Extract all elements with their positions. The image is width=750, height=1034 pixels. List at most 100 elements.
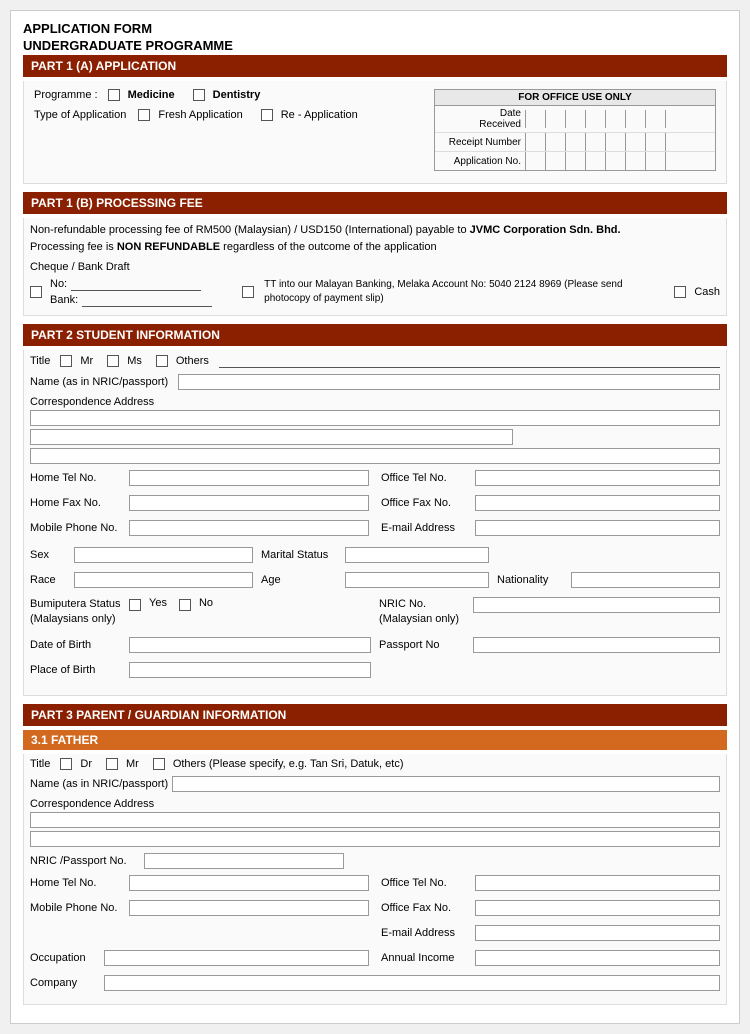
re-application-checkbox[interactable]	[261, 109, 273, 121]
mr-checkbox[interactable]	[60, 355, 72, 367]
email-label: E-mail Address	[381, 522, 471, 534]
appno-cell-6[interactable]	[625, 152, 645, 170]
appno-cell-5[interactable]	[605, 152, 625, 170]
p3-email-input[interactable]	[475, 925, 720, 941]
cash-checkbox[interactable]	[674, 286, 686, 298]
receipt-cell-1[interactable]	[525, 133, 545, 151]
p3-company-input[interactable]	[104, 975, 720, 991]
p3-address-input1[interactable]	[30, 812, 720, 828]
part1b-header: PART 1 (B) PROCESSING FEE	[23, 192, 727, 214]
cheque-label: Cheque / Bank Draft	[30, 261, 720, 273]
medicine-label: Medicine	[128, 89, 175, 101]
office-fax-input[interactable]	[475, 495, 720, 511]
p3-nric-input[interactable]	[144, 853, 344, 869]
marital-input[interactable]	[345, 547, 489, 563]
date-received-cell-1[interactable]	[525, 110, 545, 128]
p3-mr-checkbox[interactable]	[106, 758, 118, 770]
form-subtitle: UNDERGRADUATE PROGRAMME	[23, 38, 727, 53]
programme-label: Programme :	[34, 89, 98, 101]
receipt-cell-4[interactable]	[585, 133, 605, 151]
mobile-input[interactable]	[129, 520, 369, 536]
passport-input[interactable]	[473, 637, 720, 653]
office-use-title: FOR OFFICE USE ONLY	[435, 90, 715, 106]
fresh-application-checkbox[interactable]	[138, 109, 150, 121]
bumi-yes-checkbox[interactable]	[129, 599, 141, 611]
p2-address-input1[interactable]	[30, 410, 720, 426]
p3-others-checkbox[interactable]	[153, 758, 165, 770]
bank-label: Bank:	[50, 294, 78, 306]
bank-input[interactable]	[82, 293, 212, 307]
p3-annual-income-label: Annual Income	[381, 952, 471, 964]
application-form: APPLICATION FORM UNDERGRADUATE PROGRAMME…	[10, 10, 740, 1024]
email-input[interactable]	[475, 520, 720, 536]
appno-cell-7[interactable]	[645, 152, 665, 170]
date-received-cell-8[interactable]	[665, 110, 685, 128]
date-received-cell-6[interactable]	[625, 110, 645, 128]
type-application-label: Type of Application	[34, 109, 126, 121]
ms-checkbox[interactable]	[107, 355, 119, 367]
p3-mobile-input[interactable]	[129, 900, 369, 916]
office-tel-input[interactable]	[475, 470, 720, 486]
dentistry-checkbox[interactable]	[193, 89, 205, 101]
p3-office-fax-input[interactable]	[475, 900, 720, 916]
part1a-header: PART 1 (A) APPLICATION	[23, 55, 727, 77]
p3-occupation-input[interactable]	[104, 950, 369, 966]
marital-label: Marital Status	[261, 549, 341, 561]
bumi-no-checkbox[interactable]	[179, 599, 191, 611]
date-received-cell-5[interactable]	[605, 110, 625, 128]
date-received-cell-2[interactable]	[545, 110, 565, 128]
p3-name-label: Name (as in NRIC/passport)	[30, 778, 168, 790]
p3-name-input[interactable]	[172, 776, 720, 792]
appno-cell-8[interactable]	[665, 152, 685, 170]
date-received-cell-7[interactable]	[645, 110, 665, 128]
ms-label: Ms	[127, 355, 142, 367]
appno-cell-1[interactable]	[525, 152, 545, 170]
nric-label: NRIC No.(Malaysian only)	[379, 597, 469, 628]
age-input[interactable]	[345, 572, 489, 588]
p3-home-tel-input[interactable]	[129, 875, 369, 891]
sex-label: Sex	[30, 549, 70, 561]
date-received-cell-3[interactable]	[565, 110, 585, 128]
pob-input[interactable]	[129, 662, 371, 678]
p2-name-input[interactable]	[178, 374, 720, 390]
p3-address-input2[interactable]	[30, 831, 720, 847]
race-label: Race	[30, 574, 70, 586]
receipt-cell-2[interactable]	[545, 133, 565, 151]
home-fax-input[interactable]	[129, 495, 369, 511]
office-fax-label: Office Fax No.	[381, 497, 471, 509]
date-received-cell-4[interactable]	[585, 110, 605, 128]
appno-cell-4[interactable]	[585, 152, 605, 170]
receipt-cell-6[interactable]	[625, 133, 645, 151]
tt-text: TT into our Malayan Banking, Melaka Acco…	[264, 278, 654, 306]
p3-others-label: Others (Please specify, e.g. Tan Sri, Da…	[173, 758, 404, 770]
tt-checkbox[interactable]	[242, 286, 254, 298]
p3-company-label: Company	[30, 977, 100, 989]
dr-label: Dr	[80, 758, 92, 770]
medicine-checkbox[interactable]	[108, 89, 120, 101]
appno-cell-2[interactable]	[545, 152, 565, 170]
home-tel-input[interactable]	[129, 470, 369, 486]
receipt-cell-7[interactable]	[645, 133, 665, 151]
p2-address-input2[interactable]	[30, 429, 513, 445]
receipt-cell-5[interactable]	[605, 133, 625, 151]
appno-cell-3[interactable]	[565, 152, 585, 170]
p3-office-tel-input[interactable]	[475, 875, 720, 891]
date-received-label: DateReceived	[435, 106, 525, 132]
no-input[interactable]	[71, 277, 201, 291]
no-bank-checkbox[interactable]	[30, 286, 42, 298]
race-input[interactable]	[74, 572, 253, 588]
others-checkbox[interactable]	[156, 355, 168, 367]
dentistry-label: Dentistry	[213, 89, 261, 101]
p2-address-input3[interactable]	[30, 448, 720, 464]
nationality-input[interactable]	[571, 572, 720, 588]
sex-input[interactable]	[74, 547, 253, 563]
receipt-cell-3[interactable]	[565, 133, 585, 151]
p3-annual-income-input[interactable]	[475, 950, 720, 966]
receipt-cell-8[interactable]	[665, 133, 685, 151]
dr-checkbox[interactable]	[60, 758, 72, 770]
dob-input[interactable]	[129, 637, 371, 653]
age-label: Age	[261, 574, 341, 586]
p3-nric-label: NRIC /Passport No.	[30, 855, 140, 867]
title-others-input[interactable]	[219, 354, 720, 368]
nric-input[interactable]	[473, 597, 720, 613]
